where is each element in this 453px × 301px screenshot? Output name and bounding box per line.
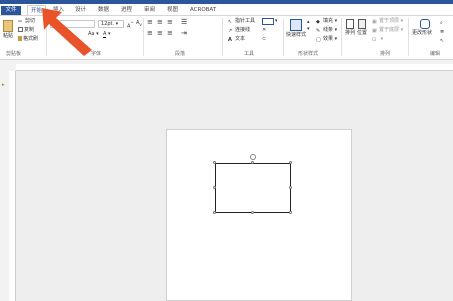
text-icon: A	[228, 37, 232, 43]
bring-front-button[interactable]: ▣ 置于顶层 ▾	[372, 18, 403, 25]
group-icon: ⊡	[372, 37, 377, 43]
drawing-page[interactable]	[166, 129, 352, 301]
select-button[interactable]: ↖	[440, 37, 447, 44]
line-button[interactable]: ✎ 线条 ▾	[316, 27, 337, 34]
grow-font-button[interactable]: A^	[127, 20, 134, 31]
close-icon[interactable]: ✕	[262, 27, 266, 34]
divider	[222, 18, 223, 56]
divider	[283, 18, 284, 56]
select-icon: ↖	[440, 38, 445, 44]
clipboard-icon	[3, 20, 13, 32]
tab-data[interactable]: 数据	[95, 5, 112, 15]
horizontal-ruler	[16, 64, 453, 71]
pointer-icon: ↖	[228, 19, 233, 25]
paragraph-group-label: 段落	[175, 51, 186, 57]
resize-handle-bottom[interactable]	[251, 211, 254, 214]
send-back-icon: ▣	[372, 28, 377, 34]
annotation-arrow-icon	[42, 8, 92, 56]
tab-view[interactable]: 视图	[164, 5, 181, 15]
format-painter-button[interactable]: 格式刷	[18, 36, 38, 43]
selected-rectangle-shape[interactable]	[215, 163, 291, 213]
position-button[interactable]: 位置	[357, 19, 367, 37]
shrink-font-button[interactable]: Av	[136, 20, 142, 28]
align-right-button[interactable]: ≡	[167, 30, 173, 37]
tab-acrobat[interactable]: ACROBAT	[187, 5, 219, 15]
search-icon: ⌕	[440, 20, 443, 26]
shapes-pane-toggle-icon[interactable]: ▸	[2, 82, 5, 89]
change-shape-icon	[420, 19, 430, 29]
clipboard-group-label: 剪贴板	[6, 51, 22, 57]
indent-button[interactable]: ⇥	[181, 30, 187, 37]
resize-handle-left[interactable]	[213, 186, 216, 189]
shape-styles-group-label: 形状样式	[298, 51, 319, 57]
arrange-button[interactable]: 排列	[345, 19, 355, 37]
tab-review[interactable]: 审阅	[141, 5, 158, 15]
shape-picker[interactable]	[262, 18, 274, 25]
shape-dropdown-icon[interactable]: ▾	[275, 18, 278, 25]
position-icon	[358, 19, 366, 29]
group-button[interactable]: ⊡ ▾	[372, 36, 383, 43]
align-left-button[interactable]: ≡	[147, 30, 153, 37]
copy-icon	[18, 27, 23, 32]
line-icon: ✎	[316, 28, 321, 34]
fill-button[interactable]: ◆ 填充 ▾	[316, 18, 337, 25]
find-button[interactable]: ⌕	[440, 19, 447, 26]
styles-scroll-icon[interactable]: ▴ ▾	[307, 19, 310, 33]
align-bottom-button[interactable]: ≡	[167, 19, 173, 26]
change-shape-button[interactable]: 更改形状	[412, 19, 432, 37]
tab-process[interactable]: 进程	[118, 5, 135, 15]
text-tool-button[interactable]: A 文本	[228, 36, 245, 43]
connector-button[interactable]: ↗ 连接线	[228, 27, 250, 34]
align-middle-button[interactable]: ≡	[157, 19, 163, 26]
effects-button[interactable]: ▢ 效果 ▾	[316, 36, 337, 43]
resize-handle-bottom-right[interactable]	[289, 211, 292, 214]
tools-group-label: 工具	[244, 51, 255, 57]
rotation-handle[interactable]	[250, 154, 256, 160]
bullets-button[interactable]: ☰	[181, 19, 187, 26]
align-top-button[interactable]: ≡	[147, 19, 153, 26]
quick-styles-button[interactable]: 快速样式	[286, 19, 306, 39]
layers-button[interactable]: ≣	[440, 28, 447, 35]
pointer-tool-button[interactable]: ↖ 指针工具	[228, 18, 255, 25]
editing-group-label: 编辑	[430, 51, 441, 57]
font-color-button[interactable]: A ▾	[103, 31, 111, 38]
tab-file[interactable]: 文件	[1, 6, 21, 15]
copy-button[interactable]: 复制	[18, 27, 34, 34]
arrange-group-label: 排列	[380, 51, 391, 57]
arrange-icon	[346, 19, 354, 29]
send-back-button[interactable]: ▣ 置于底层 ▾	[372, 27, 403, 34]
divider	[408, 18, 409, 56]
resize-handle-bottom-left[interactable]	[213, 211, 216, 214]
layers-icon: ≣	[440, 29, 445, 35]
resize-handle-top-right[interactable]	[289, 161, 292, 164]
brush-icon	[18, 36, 22, 41]
vertical-ruler	[9, 71, 16, 301]
resize-handle-top-left[interactable]	[213, 161, 216, 164]
paste-button[interactable]: 粘贴	[3, 20, 13, 40]
connector-icon: ↗	[228, 28, 233, 34]
scissors-icon: ✂	[18, 19, 23, 25]
quick-styles-icon	[290, 19, 302, 31]
align-center-button[interactable]: ≡	[157, 30, 163, 37]
font-size-box[interactable]: 12pt. ▾	[98, 20, 124, 28]
resize-handle-right[interactable]	[289, 186, 292, 189]
cut-button[interactable]: ✂ 剪切	[18, 18, 35, 25]
shapes-icon[interactable]: ⊂	[262, 36, 266, 43]
divider	[143, 18, 144, 56]
divider	[341, 18, 342, 56]
resize-handle-top[interactable]	[251, 161, 254, 164]
fill-icon: ◆	[316, 19, 320, 25]
effects-icon: ▢	[316, 37, 321, 43]
bring-front-icon: ▣	[372, 19, 377, 25]
